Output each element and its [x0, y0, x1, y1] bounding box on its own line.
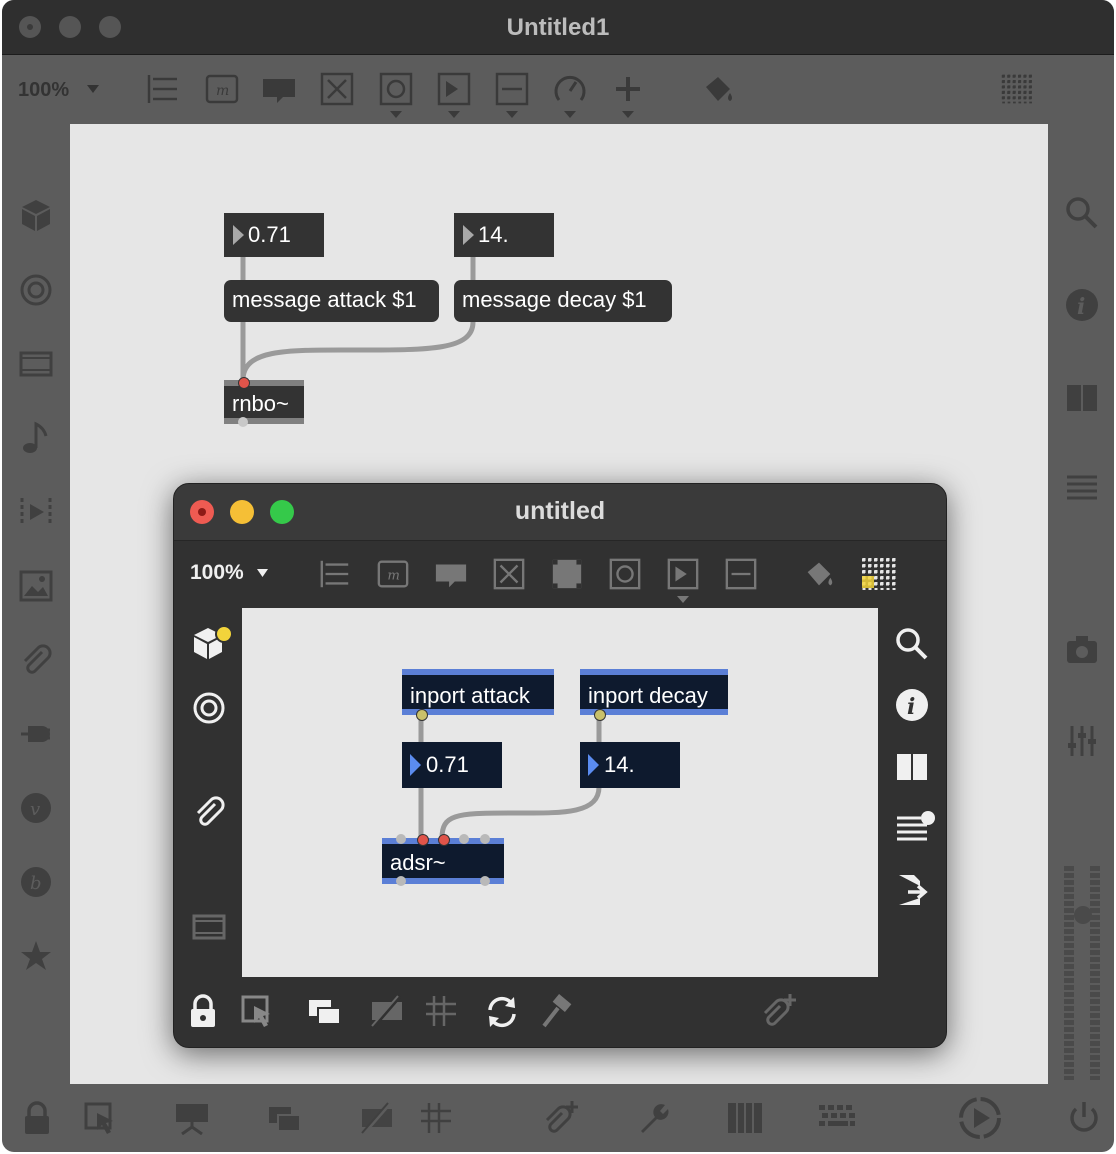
inlet-port[interactable]: [396, 834, 406, 844]
inlet-port[interactable]: [417, 834, 429, 846]
inlet-port[interactable]: [480, 834, 490, 844]
number-triangle-icon: [588, 754, 599, 776]
number-triangle-icon: [410, 754, 421, 776]
inlet-port[interactable]: [438, 834, 450, 846]
outlet-port[interactable]: [594, 709, 606, 721]
outlet-port[interactable]: [416, 709, 428, 721]
number-box-decay[interactable]: 14.: [580, 742, 680, 788]
outlet-port[interactable]: [480, 876, 490, 886]
inport-attack[interactable]: inport attack: [402, 669, 554, 715]
rnbo-patch-cords: [418, 713, 602, 839]
inport-decay[interactable]: inport decay: [580, 669, 728, 715]
outlet-port[interactable]: [396, 876, 406, 886]
number-box-attack[interactable]: 0.71: [402, 742, 502, 788]
inlet-port[interactable]: [459, 834, 469, 844]
